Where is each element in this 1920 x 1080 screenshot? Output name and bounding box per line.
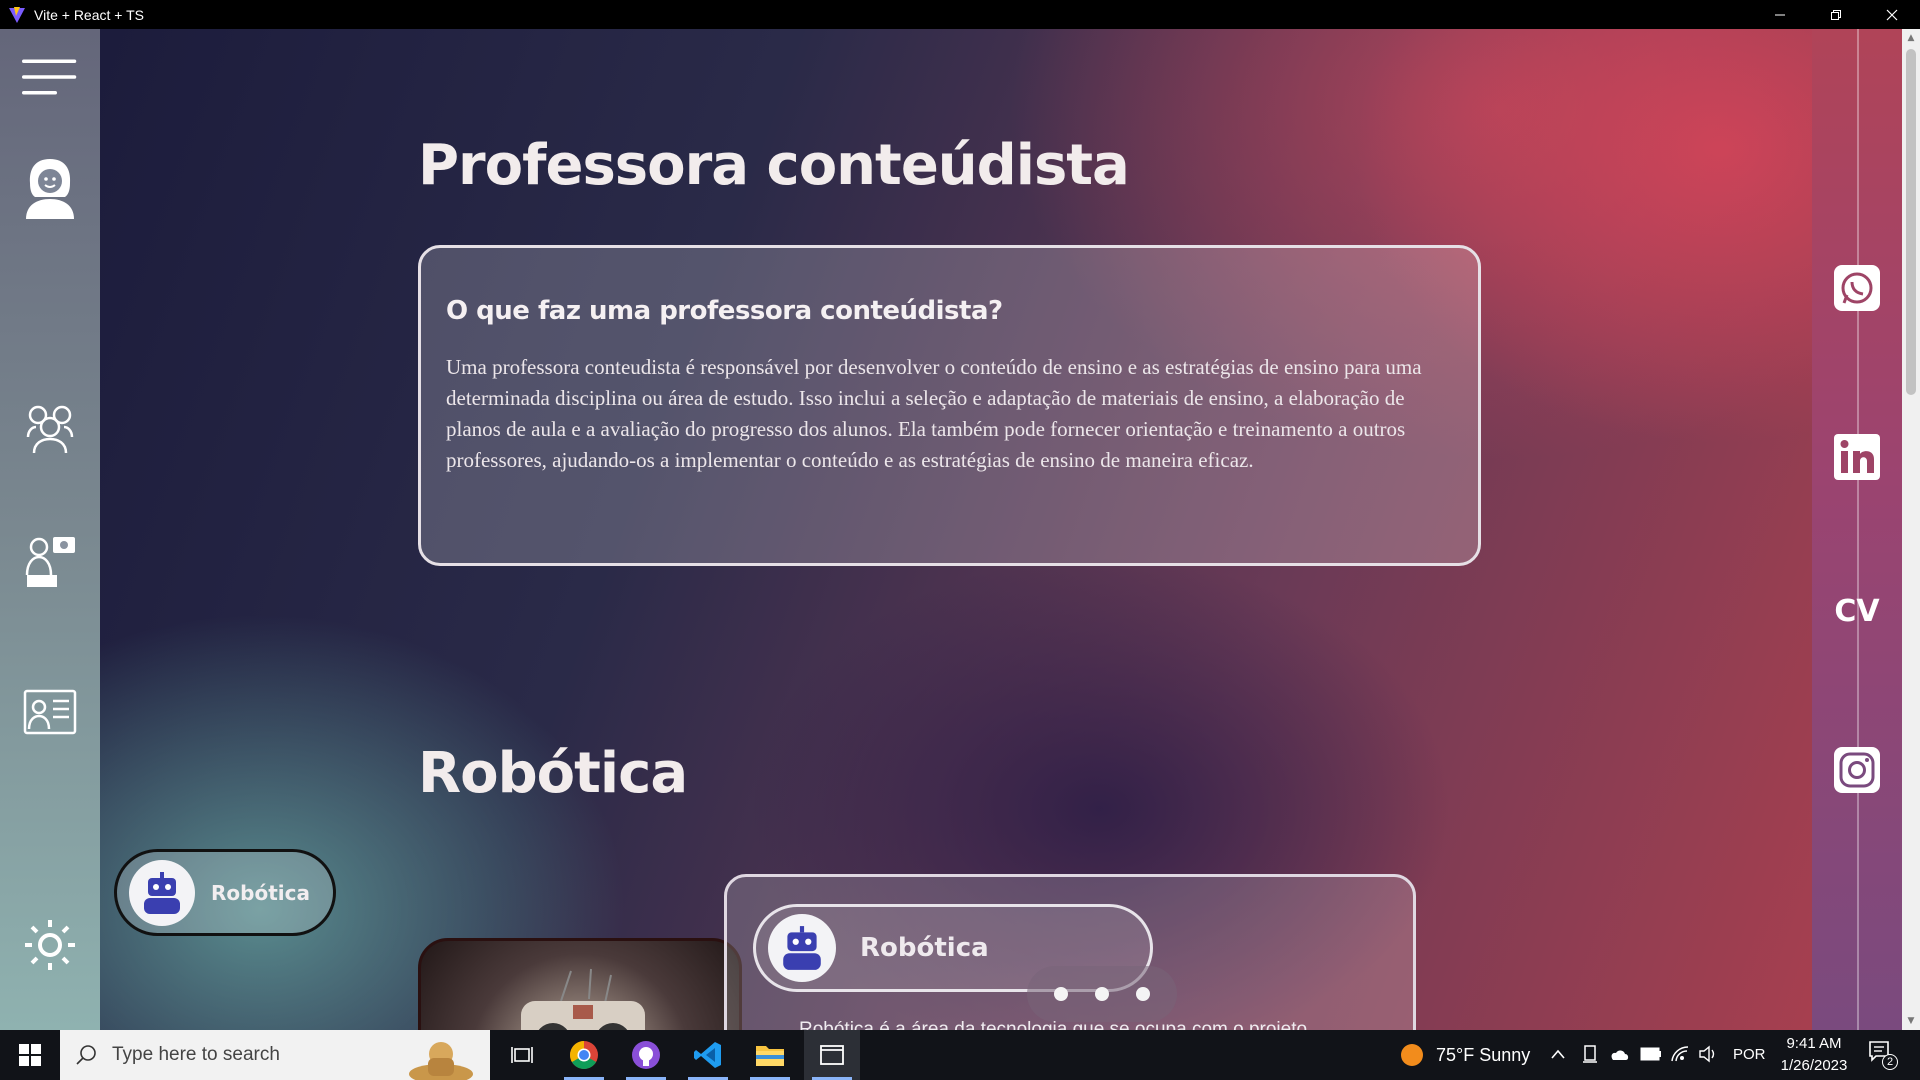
taskbar-active-window[interactable] (804, 1030, 860, 1080)
whatsapp-icon (1834, 265, 1880, 311)
carousel-dot[interactable] (1135, 987, 1150, 1001)
robot-illustration-image (521, 968, 645, 1030)
search-placeholder: Type here to search (112, 1044, 280, 1065)
section-title-professora: Professora conteúdista (418, 133, 1130, 198)
minimize-button[interactable] (1752, 0, 1808, 29)
scroll-down-arrow-icon[interactable]: ▼ (1906, 1016, 1916, 1026)
wifi-icon[interactable] (1670, 1045, 1690, 1063)
robotica-pill-label: Robótica (860, 933, 989, 963)
carousel-dot[interactable] (1054, 987, 1069, 1001)
weather-text[interactable]: 75°F Sunny (1436, 1045, 1530, 1066)
task-view-button[interactable] (494, 1030, 550, 1080)
robotica-chip-label: Robótica (211, 880, 310, 905)
section-title-robotica: Robótica (418, 741, 688, 806)
page-viewport: Professora conteúdista O que faz uma pro… (0, 29, 1920, 1030)
onedrive-cloud-icon[interactable] (1608, 1046, 1630, 1062)
windows-taskbar: Type here to search 75°F Sunny POR 9:41 … (0, 1030, 1920, 1080)
taskbar-github[interactable] (618, 1030, 674, 1080)
folder-icon (756, 1046, 784, 1066)
profile-document-icon (23, 689, 77, 735)
chevron-up-icon[interactable] (1550, 1048, 1566, 1060)
hamburger-menu-icon (22, 59, 77, 95)
robot-image-card[interactable] (418, 938, 742, 1030)
whatsapp-link[interactable] (1833, 264, 1881, 312)
carousel-dots[interactable] (1027, 966, 1177, 1022)
taskbar-search-box[interactable]: Type here to search (60, 1030, 490, 1080)
search-icon (76, 1045, 96, 1065)
teacher-presenting-icon (25, 537, 75, 587)
group-people-icon (26, 405, 74, 454)
window-titlebar: Vite + React + TS (0, 0, 1920, 29)
volume-icon[interactable] (1698, 1045, 1718, 1063)
sidebar-item-resume[interactable] (22, 684, 78, 740)
vite-logo-icon (9, 6, 25, 23)
robot-icon (144, 871, 180, 914)
sun-icon (25, 920, 75, 970)
task-view-icon (511, 1047, 533, 1063)
taskbar-chrome[interactable] (556, 1030, 612, 1080)
notifications-button[interactable]: 2 (1868, 1040, 1898, 1070)
robotica-chip[interactable]: Robótica (114, 849, 336, 936)
app-window-icon (820, 1045, 844, 1065)
window-title: Vite + React + TS (34, 6, 144, 23)
battery-icon[interactable] (1640, 1047, 1662, 1061)
search-highlight-illustration-icon (409, 1042, 473, 1080)
device-icon[interactable] (1582, 1045, 1598, 1063)
github-desktop-icon (632, 1041, 660, 1069)
menu-button[interactable] (22, 49, 78, 105)
linkedin-icon (1834, 434, 1880, 480)
chrome-icon (570, 1041, 598, 1069)
vscode-icon (694, 1042, 721, 1068)
divider-line (1857, 29, 1859, 1030)
robot-avatar (768, 914, 836, 982)
notification-count-badge: 2 (1882, 1054, 1898, 1070)
instagram-link[interactable] (1833, 746, 1881, 794)
window-controls (1752, 0, 1920, 29)
woman-avatar-icon (26, 159, 74, 219)
sidebar-item-team[interactable] (22, 401, 78, 457)
robotica-description: Robótica é a área da tecnologia que se o… (799, 1019, 1308, 1030)
start-button[interactable] (0, 1030, 60, 1080)
sidebar-item-teacher[interactable] (22, 534, 78, 590)
windows-logo-icon (19, 1044, 41, 1066)
restore-button[interactable] (1808, 0, 1864, 29)
cv-link[interactable]: CV (1833, 587, 1881, 635)
sidebar-item-profile[interactable] (22, 159, 78, 219)
theme-toggle-button[interactable] (22, 917, 78, 973)
robot-icon (783, 926, 821, 970)
social-sidebar: CV (1812, 29, 1902, 1030)
robot-avatar (129, 859, 195, 926)
scroll-up-arrow-icon[interactable]: ▲ (1906, 33, 1916, 43)
weather-sun-icon (1401, 1044, 1423, 1066)
language-indicator[interactable]: POR (1733, 1046, 1766, 1063)
taskbar-vscode[interactable] (680, 1030, 736, 1080)
instagram-icon (1834, 747, 1880, 793)
clock-date[interactable]: 1/26/2023 (1776, 1057, 1852, 1074)
vertical-scrollbar[interactable]: ▲ ▼ (1902, 29, 1920, 1030)
left-sidebar (0, 29, 100, 1030)
info-card: O que faz uma professora conteúdista? Um… (418, 245, 1481, 566)
close-icon (1886, 9, 1898, 20)
card-text: Uma professora conteudista é responsável… (446, 355, 1422, 472)
carousel-dot[interactable] (1094, 987, 1109, 1001)
taskbar-file-explorer[interactable] (742, 1030, 798, 1080)
linkedin-link[interactable] (1833, 433, 1881, 481)
card-heading: O que faz uma professora conteúdista? (446, 296, 1003, 326)
scrollbar-thumb[interactable] (1906, 49, 1916, 395)
minimize-icon (1775, 14, 1785, 15)
restore-icon (1831, 9, 1841, 20)
clock-time[interactable]: 9:41 AM (1784, 1035, 1844, 1052)
robotica-card: Robótica Robótica é a área da tecnologia… (724, 874, 1416, 1030)
close-button[interactable] (1864, 0, 1920, 29)
